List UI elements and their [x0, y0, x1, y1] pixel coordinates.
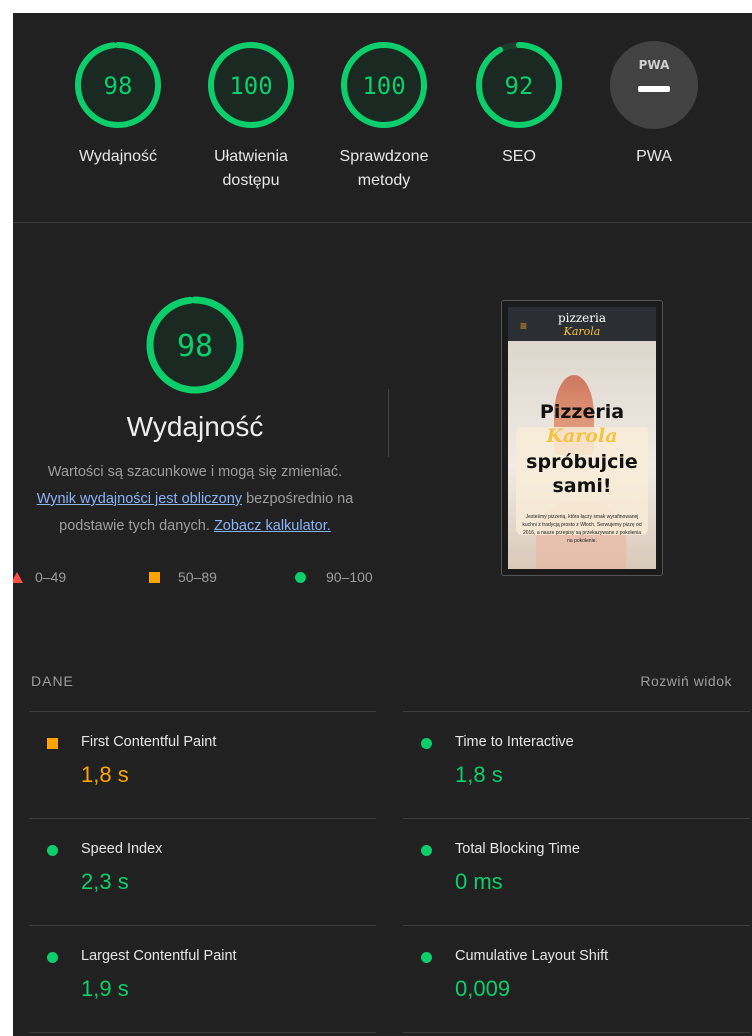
gauge-accessibility[interactable]: 100 Ułatwienia dostępu: [191, 39, 311, 193]
gauge-label: Ułatwienia dostępu: [214, 148, 288, 189]
performance-gauge-large: 98: [144, 294, 246, 401]
metric-tti: Time to Interactive 1,8 s: [403, 711, 750, 818]
performance-score: 98: [177, 329, 213, 364]
circle-icon: [47, 952, 58, 963]
gauge-label: Wydajność: [78, 148, 158, 165]
gauge-seo[interactable]: 92 SEO: [459, 39, 579, 169]
metric-cls: Cumulative Layout Shift 0,009: [403, 925, 750, 1033]
metric-name: Largest Contentful Paint: [81, 948, 237, 964]
hero-heading: spróbujcie: [526, 451, 638, 473]
calculator-link[interactable]: Zobacz kalkulator.: [214, 518, 331, 534]
metric-lcp: Largest Contentful Paint 1,9 s: [29, 925, 376, 1033]
gauge-label: SEO: [502, 148, 536, 165]
gauge-performance[interactable]: 98 Wydajność: [58, 39, 178, 169]
metric-name: Speed Index: [81, 841, 163, 857]
preview-hero: Pizzeria Karola spróbujcie sami! Jesteśm…: [508, 341, 656, 569]
metric-value: 1,8 s: [455, 762, 503, 787]
gauge-pwa[interactable]: PWA PWA: [594, 39, 714, 169]
section-divider: [13, 222, 752, 223]
hero-heading: Pizzeria: [539, 401, 625, 423]
gauge-ring-icon: 92: [476, 42, 562, 128]
legend-average: 50–89: [149, 569, 217, 585]
category-gauges: 98 Wydajność 100 Ułatwienia dostępu 100 …: [13, 13, 752, 223]
final-screenshot-thumbnail[interactable]: ≡ pizzeria Karola Pizzeria Karola spróbu…: [501, 300, 663, 576]
legend-pass: 90–100: [295, 569, 373, 585]
metric-name: Time to Interactive: [455, 734, 574, 750]
metric-tbt: Total Blocking Time 0 ms: [403, 818, 750, 925]
metric-name: Cumulative Layout Shift: [455, 948, 609, 964]
gauge-label: Sprawdzone metody: [339, 148, 429, 189]
circle-icon: [421, 845, 432, 856]
page-preview: ≡ pizzeria Karola Pizzeria Karola spróbu…: [508, 307, 656, 569]
gauge-ring-icon: 100: [208, 42, 294, 128]
preview-brand: pizzeria: [558, 311, 606, 325]
metric-value: 2,3 s: [81, 869, 129, 894]
gauge-score: 100: [229, 72, 272, 100]
metrics-column-left: First Contentful Paint 1,8 s Speed Index…: [29, 711, 376, 1033]
hero-heading: sami!: [552, 475, 612, 497]
metric-name: Total Blocking Time: [455, 841, 580, 857]
gauge-ring-icon: 100: [341, 42, 427, 128]
legend-label: 0–49: [35, 569, 67, 585]
metric-value: 1,8 s: [81, 762, 129, 787]
preview-brand-script: Karola: [563, 325, 601, 338]
score-calculated-link[interactable]: Wynik wydajności jest obliczony: [37, 491, 242, 507]
performance-description: Wartości są szacunkowe i mogą się zmieni…: [13, 459, 377, 540]
gauge-label: PWA: [636, 148, 672, 165]
gauge-ring-icon: 98: [146, 296, 244, 394]
metric-speed-index: Speed Index 2,3 s: [29, 818, 376, 925]
legend-label: 90–100: [326, 569, 373, 585]
metrics-column-right: Time to Interactive 1,8 s Total Blocking…: [403, 711, 750, 1033]
legend-fail: 0–49: [13, 569, 66, 585]
gauge-ring-icon: 98: [75, 42, 161, 128]
square-icon: [47, 738, 58, 749]
expand-view-toggle[interactable]: Rozwiń widok: [640, 673, 732, 689]
circle-icon: [421, 738, 432, 749]
lighthouse-report-panel: 98 Wydajność 100 Ułatwienia dostępu 100 …: [13, 13, 752, 1036]
metric-value: 1,9 s: [81, 976, 129, 1001]
hero-heading-script: Karola: [546, 425, 618, 447]
metric-fcp: First Contentful Paint 1,8 s: [29, 711, 376, 818]
hero-paragraph: Jesteśmy pizzerią, która łączy smak wyra…: [522, 514, 642, 544]
desc-text: Wartości są szacunkowe i mogą się zmieni…: [47, 464, 343, 480]
metric-value: 0,009: [455, 976, 511, 1001]
pwa-badge-text: PWA: [639, 58, 670, 72]
circle-icon: [47, 845, 58, 856]
metric-value: 0 ms: [455, 869, 503, 894]
pwa-badge-icon: PWA: [610, 41, 698, 129]
gauge-score: 100: [362, 72, 405, 100]
gauge-best-practices[interactable]: 100 Sprawdzone metody: [324, 39, 444, 193]
circle-icon: [295, 572, 306, 583]
vertical-divider: [388, 389, 389, 457]
preview-header: ≡ pizzeria Karola: [508, 307, 656, 341]
square-icon: [149, 572, 160, 583]
metric-name: First Contentful Paint: [81, 734, 217, 750]
gauge-score: 98: [104, 72, 133, 100]
performance-title: Wydajność: [126, 411, 264, 442]
triangle-icon: [13, 572, 23, 583]
metrics-heading: DANE: [31, 673, 74, 689]
circle-icon: [421, 952, 432, 963]
gauge-score: 92: [505, 72, 534, 100]
legend-label: 50–89: [178, 569, 217, 585]
